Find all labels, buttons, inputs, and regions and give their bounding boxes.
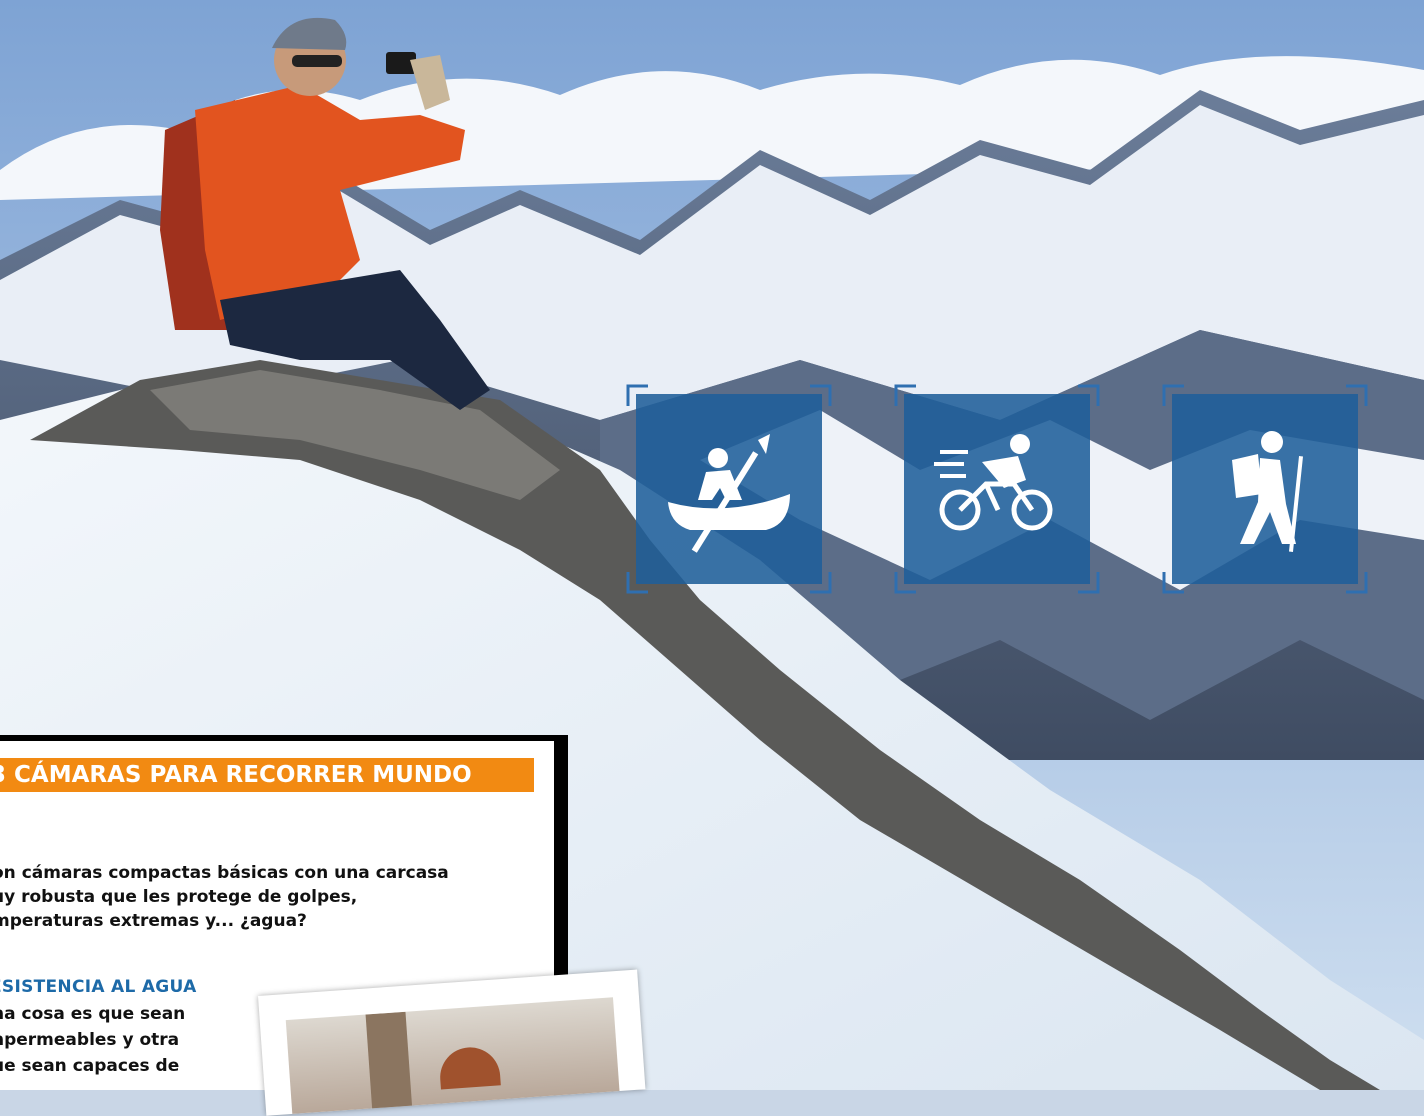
intro-line: uy robusta que les protege de golpes, xyxy=(0,887,358,907)
activity-tile-hiking xyxy=(1162,384,1368,594)
camera-photo-print xyxy=(258,969,646,1116)
body-line: npermeables y otra xyxy=(0,1030,180,1050)
sidebox-body: na cosa es que sean npermeables y otra u… xyxy=(0,1001,232,1079)
intro-line: on cámaras compactas básicas con una car… xyxy=(0,863,449,883)
sidebox-intro: on cámaras compactas básicas con una car… xyxy=(0,861,512,933)
photo-image xyxy=(285,997,620,1114)
body-line: ue sean capaces de xyxy=(0,1056,180,1076)
body-line: na cosa es que sean xyxy=(0,1004,186,1024)
sidebox-subhead: ESISTENCIA AL AGUA xyxy=(0,977,197,997)
sidebox-banner: 3 CÁMARAS PARA RECORRER MUNDO xyxy=(0,758,534,792)
intro-line: mperaturas extremas y... ¿agua? xyxy=(0,911,307,931)
activity-tile-cycling xyxy=(894,384,1100,594)
activity-tile-kayak xyxy=(626,384,832,594)
